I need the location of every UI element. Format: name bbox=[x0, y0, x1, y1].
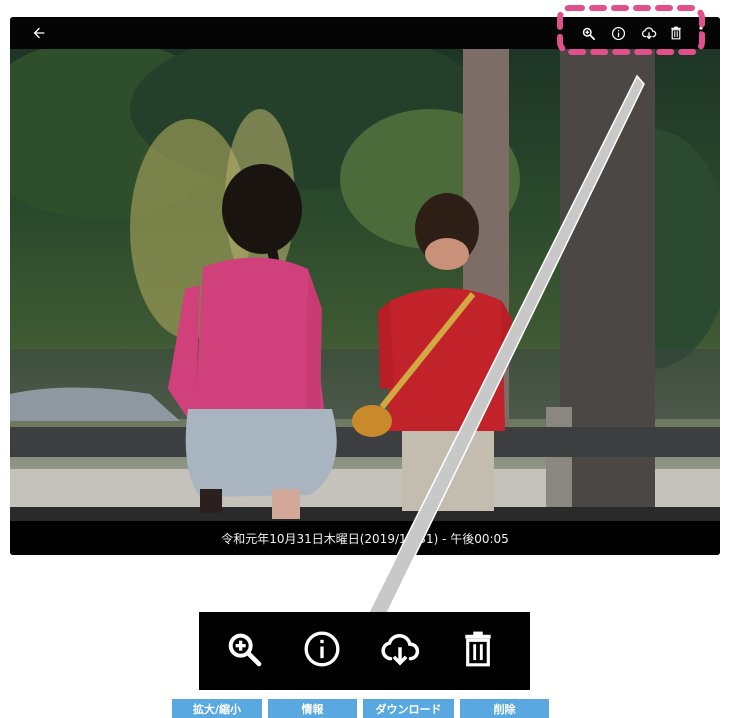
back-button[interactable] bbox=[28, 22, 50, 44]
info-icon bbox=[304, 631, 340, 667]
enlarged-download-button bbox=[377, 626, 423, 672]
arrow-left-icon bbox=[33, 27, 45, 39]
label-delete: 削除 bbox=[460, 699, 549, 718]
label-zoom: 拡大/縮小 bbox=[172, 699, 262, 718]
label-download: ダウンロード bbox=[363, 699, 454, 718]
photo-caption: 令和元年10月31日木曜日(2019/10/31) - 午後00:05 bbox=[221, 531, 509, 546]
enlarged-toolbar bbox=[199, 612, 530, 690]
enlarged-info-button bbox=[299, 626, 345, 672]
photo-viewer-window: 令和元年10月31日木曜日(2019/10/31) - 午後00:05 bbox=[10, 17, 720, 555]
caption-bar: 令和元年10月31日木曜日(2019/10/31) - 午後00:05 bbox=[10, 521, 720, 555]
zoom-in-icon bbox=[228, 633, 262, 667]
trash-icon bbox=[465, 631, 491, 667]
photo bbox=[10, 49, 720, 521]
enlarged-delete-button bbox=[455, 626, 501, 672]
cloud-download-icon bbox=[381, 633, 420, 666]
toolbar-highlight-frame bbox=[557, 5, 705, 55]
photo-image bbox=[10, 49, 720, 521]
label-info: 情報 bbox=[268, 699, 357, 718]
enlarged-zoom-button bbox=[221, 626, 267, 672]
